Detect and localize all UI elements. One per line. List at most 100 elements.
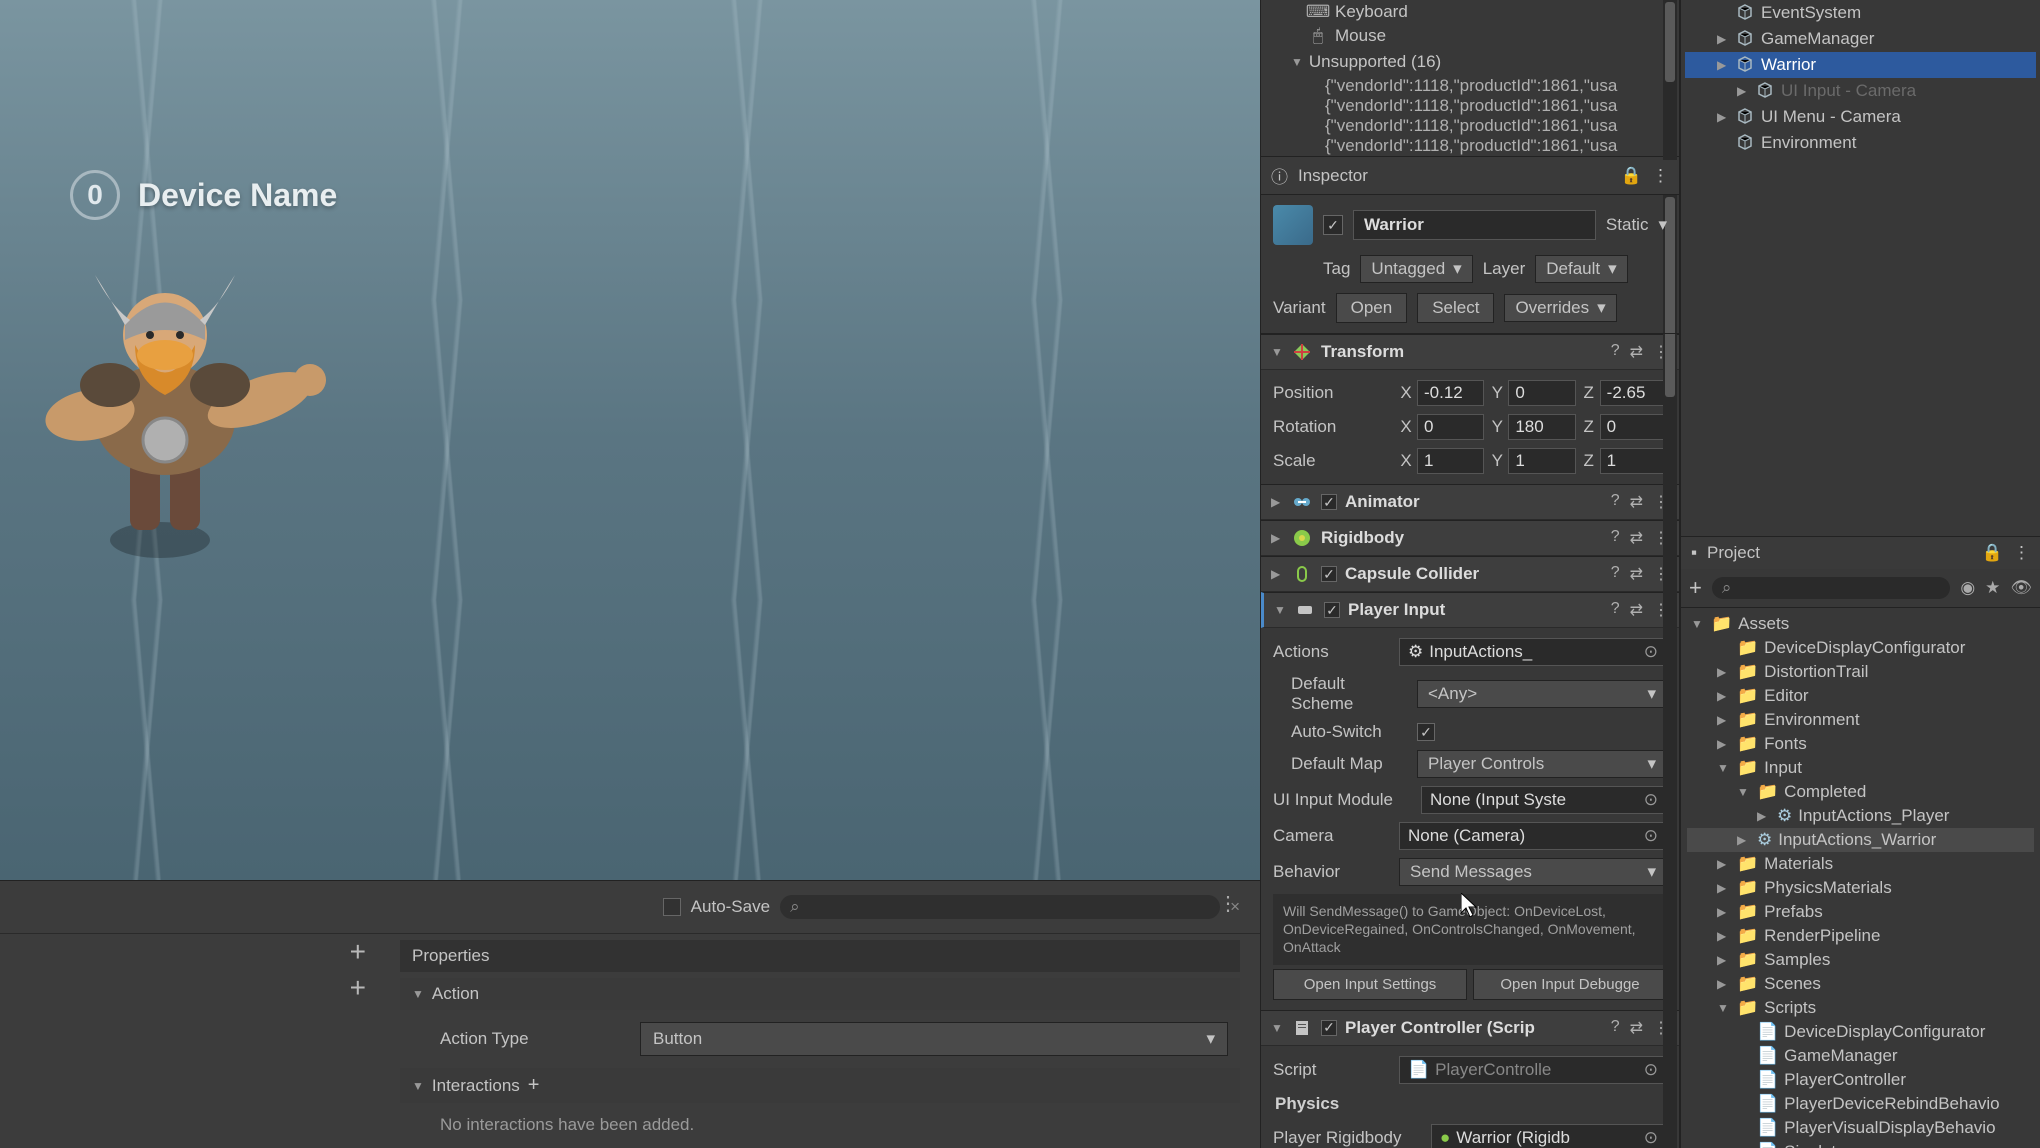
position-z-field[interactable]: -2.65 (1600, 380, 1667, 406)
scale-z-field[interactable]: 1 (1600, 448, 1667, 474)
search-input[interactable]: ⌕ (780, 895, 1220, 919)
rotation-y-field[interactable]: 180 (1508, 414, 1575, 440)
preset-icon[interactable]: ⇄ (1630, 528, 1643, 548)
panel-menu-icon[interactable]: ⋮ (1218, 891, 1240, 916)
create-asset-button[interactable]: + (1689, 575, 1702, 601)
gameobject-icon[interactable] (1273, 205, 1313, 245)
panel-menu-icon[interactable]: ⋮ (2013, 543, 2030, 563)
preset-icon[interactable]: ⇄ (1630, 492, 1643, 512)
rotation-x-field[interactable]: 0 (1417, 414, 1484, 440)
project-search-input[interactable]: ⌕ (1712, 577, 1950, 599)
static-dropdown-icon[interactable]: ▾ (1658, 215, 1667, 235)
rigidbody-component-header[interactable]: ▶ Rigidbody ?⇄⋮ (1261, 520, 1679, 556)
project-item[interactable]: 📄PlayerVisualDisplayBehavio (1687, 1116, 2034, 1140)
project-item[interactable]: ▶📁Samples (1687, 948, 2034, 972)
project-item[interactable]: ▶📁Environment (1687, 708, 2034, 732)
tag-dropdown[interactable]: Untagged▾ (1360, 255, 1472, 283)
preset-icon[interactable]: ⇄ (1630, 1018, 1643, 1038)
scale-x-field[interactable]: 1 (1417, 448, 1484, 474)
project-item[interactable]: ▶📁DistortionTrail (1687, 660, 2034, 684)
help-icon[interactable]: ? (1611, 528, 1620, 548)
add-interaction-button[interactable]: + (528, 1074, 550, 1097)
hierarchy-item[interactable]: ▶UI Input - Camera (1685, 78, 2036, 104)
device-raw-entry[interactable]: {"vendorId":1118,"productId":1861,"usa (1269, 136, 1671, 156)
project-item[interactable]: ▼📁Completed (1687, 780, 2034, 804)
open-input-settings-button[interactable]: Open Input Settings (1273, 969, 1467, 1000)
project-item[interactable]: 📄DeviceDisplayConfigurator (1687, 1020, 2034, 1044)
project-item[interactable]: ▶📁Materials (1687, 852, 2034, 876)
object-picker-icon[interactable]: ⊙ (1644, 1128, 1658, 1148)
object-picker-icon[interactable]: ⊙ (1644, 790, 1658, 810)
object-picker-icon[interactable]: ⊙ (1644, 826, 1658, 846)
ui-input-module-field[interactable]: None (Input Syste⊙ (1421, 786, 1667, 814)
hierarchy-item[interactable]: ▶Warrior (1685, 52, 2036, 78)
lock-icon[interactable]: 🔒 (1982, 543, 2003, 563)
panel-menu-icon[interactable]: ⋮ (1652, 166, 1669, 186)
auto-switch-checkbox[interactable] (1417, 723, 1435, 741)
project-item[interactable]: ▶⚙InputActions_Warrior (1687, 828, 2034, 852)
help-icon[interactable]: ? (1611, 492, 1620, 512)
favorite-icon[interactable]: ★ (1985, 578, 2000, 598)
hidden-icon[interactable]: 👁 (2010, 578, 2032, 598)
inspector-tab[interactable]: ⓘ Inspector 🔒 ⋮ (1261, 157, 1679, 195)
project-item[interactable]: 📄PlayerController (1687, 1068, 2034, 1092)
project-item[interactable]: ▼📁Scripts (1687, 996, 2034, 1020)
behavior-dropdown[interactable]: Send Messages▾ (1399, 858, 1667, 886)
action-type-dropdown[interactable]: Button▾ (640, 1022, 1228, 1056)
default-scheme-dropdown[interactable]: <Any>▾ (1417, 680, 1667, 708)
project-item[interactable]: ▶📁PhysicsMaterials (1687, 876, 2034, 900)
preset-icon[interactable]: ⇄ (1630, 342, 1643, 362)
player-controller-enabled-checkbox[interactable] (1321, 1020, 1337, 1036)
unsupported-group[interactable]: ▼Unsupported (16) (1269, 48, 1671, 76)
hierarchy-item[interactable]: EventSystem (1685, 0, 2036, 26)
project-item[interactable]: ▶📁Prefabs (1687, 900, 2034, 924)
gameobject-name-field[interactable]: Warrior (1353, 210, 1596, 240)
filter-icon[interactable]: ◉ (1960, 578, 1975, 598)
default-map-dropdown[interactable]: Player Controls▾ (1417, 750, 1667, 778)
prefab-overrides-dropdown[interactable]: Overrides▾ (1504, 294, 1616, 322)
capsule-collider-component-header[interactable]: ▶ Capsule Collider ?⇄⋮ (1261, 556, 1679, 592)
project-item[interactable]: ▶⚙InputActions_Player (1687, 804, 2034, 828)
capsule-enabled-checkbox[interactable] (1321, 566, 1337, 582)
device-mouse[interactable]: 🖱Mouse (1269, 24, 1671, 48)
project-item[interactable]: 📁DeviceDisplayConfigurator (1687, 636, 2034, 660)
open-input-debugger-button[interactable]: Open Input Debugge (1473, 969, 1667, 1000)
position-x-field[interactable]: -0.12 (1417, 380, 1484, 406)
project-item[interactable]: ▶📁RenderPipeline (1687, 924, 2034, 948)
device-raw-entry[interactable]: {"vendorId":1118,"productId":1861,"usa (1269, 96, 1671, 116)
device-raw-entry[interactable]: {"vendorId":1118,"productId":1861,"usa (1269, 76, 1671, 96)
player-input-component-header[interactable]: ▼ Player Input ?⇄⋮ (1261, 592, 1679, 628)
interactions-header[interactable]: ▼ Interactions + (400, 1068, 1240, 1103)
project-item[interactable]: ▶📁Editor (1687, 684, 2034, 708)
action-header[interactable]: ▼ Action (400, 978, 1240, 1010)
project-item[interactable]: 📄Singleton (1687, 1140, 2034, 1148)
help-icon[interactable]: ? (1611, 564, 1620, 584)
preset-icon[interactable]: ⇄ (1630, 600, 1643, 620)
project-item[interactable]: ▶📁Fonts (1687, 732, 2034, 756)
object-picker-icon[interactable]: ⊙ (1644, 1060, 1658, 1080)
project-item[interactable]: 📄GameManager (1687, 1044, 2034, 1068)
hierarchy-item[interactable]: ▶GameManager (1685, 26, 2036, 52)
lock-icon[interactable]: 🔒 (1621, 166, 1642, 186)
actions-field[interactable]: ⚙InputActions_⊙ (1399, 638, 1667, 666)
device-raw-entry[interactable]: {"vendorId":1118,"productId":1861,"usa (1269, 116, 1671, 136)
scene-view[interactable]: 0 Device Name (0, 0, 1260, 880)
player-rigidbody-field[interactable]: ●Warrior (Rigidb⊙ (1431, 1124, 1667, 1148)
project-item[interactable]: ▼📁Input (1687, 756, 2034, 780)
assets-root[interactable]: ▼ 📁 Assets (1687, 612, 2034, 636)
camera-field[interactable]: None (Camera)⊙ (1399, 822, 1667, 850)
layer-dropdown[interactable]: Default▾ (1535, 255, 1627, 283)
help-icon[interactable]: ? (1611, 1018, 1620, 1038)
project-item[interactable]: ▶📁Scenes (1687, 972, 2034, 996)
project-tab[interactable]: ▪ Project 🔒 ⋮ (1681, 537, 2040, 569)
autosave-checkbox[interactable] (663, 898, 681, 916)
object-picker-icon[interactable]: ⊙ (1644, 642, 1658, 662)
add-button[interactable]: + (350, 934, 366, 970)
help-icon[interactable]: ? (1611, 342, 1620, 362)
player-input-enabled-checkbox[interactable] (1324, 602, 1340, 618)
animator-enabled-checkbox[interactable] (1321, 494, 1337, 510)
help-icon[interactable]: ? (1611, 600, 1620, 620)
prefab-select-button[interactable]: Select (1417, 293, 1494, 323)
add-button-2[interactable]: + (350, 970, 366, 1006)
hierarchy-item[interactable]: ▶UI Menu - Camera (1685, 104, 2036, 130)
